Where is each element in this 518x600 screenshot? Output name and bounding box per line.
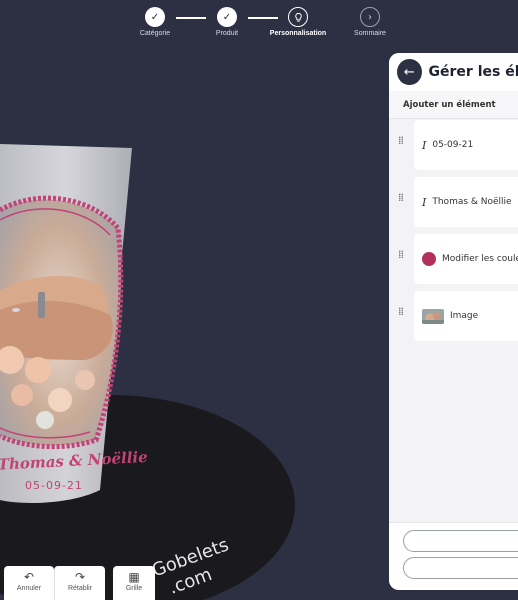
color-dot-icon — [422, 252, 436, 266]
product-3d-preview[interactable]: Gobelets .com Thomas & Noëllie 05-09-21 — [0, 60, 390, 600]
step-label: Catégorie — [139, 30, 171, 37]
text-icon: I — [422, 138, 427, 152]
undo-button[interactable]: ↶ Annuler — [4, 566, 54, 600]
drag-handle-icon[interactable]: ⁞⁞ — [398, 306, 406, 317]
grid-label: Grille — [125, 585, 143, 592]
grid-icon: ▦ — [128, 570, 140, 584]
redo-icon: ↷ — [74, 570, 86, 584]
drag-handle-icon[interactable]: ⁞⁞ — [398, 249, 406, 260]
footer-button-2[interactable] — [403, 557, 518, 579]
add-element-label: Ajouter un élément — [403, 99, 496, 110]
element-card[interactable]: Modifier les coule — [414, 234, 518, 284]
redo-button[interactable]: ↷ Rétablir — [54, 566, 105, 600]
image-thumbnail-icon — [422, 308, 444, 324]
check-icon: ✓ — [145, 7, 165, 27]
back-button[interactable]: ← — [397, 59, 422, 85]
check-icon: ✓ — [217, 7, 237, 27]
step-personnalisation[interactable]: Personnalisation — [258, 7, 338, 37]
arrow-left-icon: ← — [403, 64, 415, 80]
panel-footer — [389, 522, 518, 590]
drag-handle-icon[interactable]: ⁞⁞ — [398, 192, 406, 203]
element-card[interactable]: Image — [414, 291, 518, 341]
panel-header: ← Gérer les élé — [389, 53, 518, 91]
drag-handle-icon[interactable]: ⁞⁞ — [398, 135, 406, 146]
undo-icon: ↶ — [23, 570, 35, 584]
undo-label: Annuler — [16, 585, 42, 592]
element-card[interactable]: I 05-09-21 — [414, 120, 518, 170]
grid-button[interactable]: ▦ Grille — [113, 566, 155, 600]
cup-date-text: 05-09-21 — [25, 479, 83, 492]
manage-elements-panel: ← Gérer les élé Ajouter un élément ⁞⁞ I … — [389, 53, 518, 590]
redo-label: Rétablir — [67, 585, 93, 592]
element-card[interactable]: I Thomas & Noëllie — [414, 177, 518, 227]
add-element-button[interactable]: Ajouter un élément — [389, 91, 518, 119]
chevron-right-icon: › — [360, 7, 380, 27]
footer-button-1[interactable] — [403, 530, 518, 552]
list-item[interactable]: ⁞⁞ I 05-09-21 — [389, 120, 518, 170]
lightbulb-icon — [288, 7, 308, 27]
element-label: Modifier les coule — [442, 254, 518, 264]
step-sommaire[interactable]: › Sommaire — [330, 7, 410, 37]
step-categorie[interactable]: ✓ Catégorie — [115, 7, 195, 37]
step-produit[interactable]: ✓ Produit — [187, 7, 267, 37]
step-label: Sommaire — [354, 30, 386, 37]
list-item[interactable]: ⁞⁞ I Thomas & Noëllie — [389, 177, 518, 227]
element-label: 05-09-21 — [432, 140, 474, 150]
element-label: Thomas & Noëllie — [432, 197, 512, 207]
step-label: Produit — [215, 30, 239, 37]
element-label: Image — [450, 311, 479, 321]
panel-title: Gérer les élé — [428, 64, 518, 80]
list-item[interactable]: ⁞⁞ Modifier les coule — [389, 234, 518, 284]
list-item[interactable]: ⁞⁞ Image — [389, 291, 518, 341]
text-icon: I — [422, 195, 427, 209]
progress-stepper: ✓ Catégorie ✓ Produit Personnalisation ›… — [0, 7, 518, 43]
step-label: Personnalisation — [269, 30, 327, 37]
